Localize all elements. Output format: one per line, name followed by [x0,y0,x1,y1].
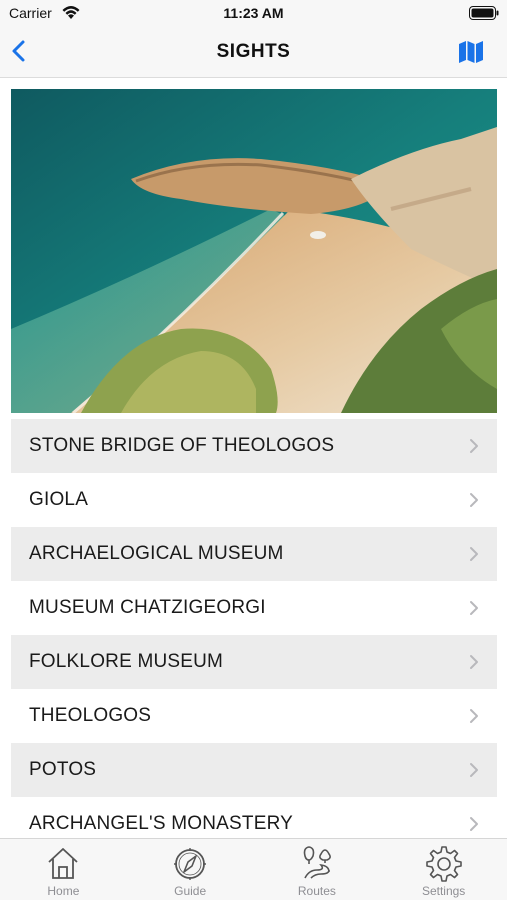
battery-icon [469,6,499,20]
list-item[interactable]: POTOS [11,743,497,797]
chevron-right-icon [470,655,478,669]
list-item[interactable]: ARCHANGEL'S MONASTERY [11,797,497,838]
list-item-label: FOLKLORE MUSEUM [29,651,224,672]
routes-icon [303,846,331,879]
tab-label: Guide [174,884,207,898]
list-item-label: THEOLOGOS [29,705,152,726]
tab-guide[interactable]: Guide [127,839,254,900]
chevron-right-icon [470,439,478,453]
list-item-label: STONE BRIDGE OF THEOLOGOS [29,435,335,456]
chevron-right-icon [470,709,478,723]
compass-icon [174,848,207,880]
status-bar: Carrier 11:23 AM [0,0,507,26]
gear-icon [425,846,462,882]
list-item[interactable]: FOLKLORE MUSEUM [11,635,497,689]
tab-bar: Home Guide Routes Settings [0,838,507,900]
sights-list: STONE BRIDGE OF THEOLOGOS GIOLA ARCHAELO… [11,419,497,838]
chevron-right-icon [470,817,478,831]
list-item[interactable]: GIOLA [11,473,497,527]
list-item-label: ARCHAELOGICAL MUSEUM [29,543,284,564]
tab-label: Routes [297,884,336,898]
list-item-label: MUSEUM CHATZIGEORGI [29,597,266,618]
list-item-label: GIOLA [29,489,89,510]
list-item[interactable]: ARCHAELOGICAL MUSEUM [11,527,497,581]
list-item-label: ARCHANGEL'S MONASTERY [29,813,294,834]
tab-home[interactable]: Home [0,839,127,900]
page-title: SIGHTS [216,41,291,62]
tab-label: Settings [421,884,466,898]
navigation-bar: SIGHTS [0,26,507,78]
list-item[interactable]: THEOLOGOS [11,689,497,743]
tab-routes[interactable]: Routes [254,839,381,900]
home-icon [48,848,78,879]
tab-label: Home [47,884,80,898]
beach-photo [11,89,497,413]
hero-image [11,89,497,413]
chevron-right-icon [470,601,478,615]
list-item-label: POTOS [29,759,97,780]
status-time: 11:23 AM [223,5,284,21]
chevron-right-icon [470,493,478,507]
chevron-right-icon [470,547,478,561]
map-icon[interactable] [458,40,484,64]
list-item[interactable]: STONE BRIDGE OF THEOLOGOS [11,419,497,473]
chevron-right-icon [470,763,478,777]
list-item[interactable]: MUSEUM CHATZIGEORGI [11,581,497,635]
tab-settings[interactable]: Settings [380,839,507,900]
